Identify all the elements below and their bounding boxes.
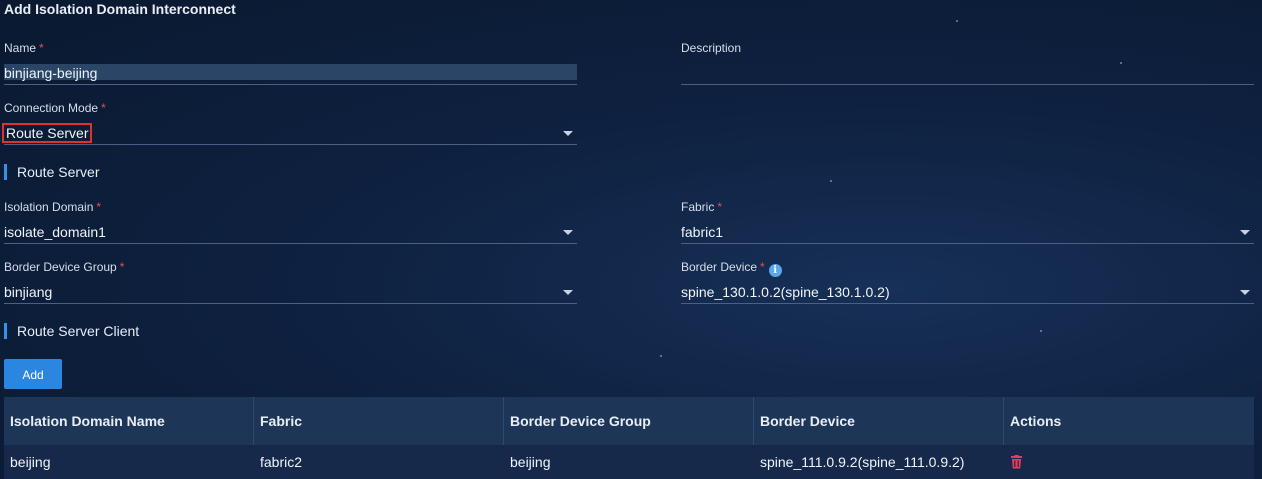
fabric-value: fabric1	[681, 224, 724, 240]
connection-mode-select[interactable]: Route Server	[2, 122, 577, 145]
chevron-down-icon	[1240, 290, 1250, 295]
border-device-select[interactable]: spine_130.1.0.2(spine_130.1.0.2)	[681, 281, 1254, 304]
isolation-domain-label: Isolation Domain *	[4, 200, 102, 214]
section-route-server: Route Server	[4, 164, 99, 180]
fabric-select[interactable]: fabric1	[681, 221, 1254, 244]
name-field-group: Name * binjiang-beijing	[4, 40, 577, 85]
isolation-domain-select[interactable]: isolate_domain1	[4, 221, 577, 244]
name-input[interactable]: binjiang-beijing	[4, 62, 577, 85]
connection-mode-label: Connection Mode *	[4, 101, 106, 115]
border-device-field-group: Border Device * i spine_130.1.0.2(spine_13…	[681, 259, 1254, 304]
border-device-group-label: Border Device Group *	[4, 260, 125, 274]
description-label: Description	[681, 41, 742, 55]
cell-border-device-group: beijing	[510, 454, 551, 470]
column-header[interactable]: Isolation Domain Name	[4, 397, 254, 445]
fabric-label: Fabric *	[681, 200, 723, 214]
isolation-domain-field-group: Isolation Domain * isolate_domain1	[4, 199, 577, 244]
description-input[interactable]	[681, 62, 1254, 85]
cell-actions	[1004, 445, 1254, 479]
column-header[interactable]: Border Device Group	[504, 397, 754, 445]
cell-border-device: spine_111.0.9.2(spine_111.0.9.2)	[760, 454, 965, 470]
add-button[interactable]: Add	[4, 359, 62, 389]
background-star	[830, 180, 832, 182]
border-device-value: spine_130.1.0.2(spine_130.1.0.2)	[681, 284, 890, 300]
chevron-down-icon	[1240, 230, 1250, 235]
description-field-group: Description	[681, 40, 1254, 85]
chevron-down-icon	[563, 290, 573, 295]
name-value: binjiang-beijing	[4, 65, 98, 81]
cell-fabric: fabric2	[260, 454, 303, 470]
border-device-group-field-group: Border Device Group * binjiang	[4, 259, 577, 304]
connection-mode-value: Route Server	[2, 123, 93, 143]
border-device-group-value: binjiang	[4, 284, 53, 300]
chevron-down-icon	[563, 230, 573, 235]
column-header[interactable]: Fabric	[254, 397, 504, 445]
fabric-field-group: Fabric * fabric1	[681, 199, 1254, 244]
client-table: Isolation Domain Name Fabric Border Devi…	[4, 397, 1254, 479]
section-route-server-client: Route Server Client	[4, 323, 139, 339]
background-star	[956, 20, 958, 22]
info-icon[interactable]: i	[768, 264, 782, 277]
trash-icon[interactable]	[1010, 447, 1023, 479]
border-device-group-select[interactable]: binjiang	[4, 281, 577, 304]
dialog-title: Add Isolation Domain Interconnect	[4, 1, 236, 17]
cell-isolation-domain-name: beijing	[10, 454, 51, 470]
connection-mode-field-group: Connection Mode * Route Server	[2, 100, 577, 145]
border-device-label: Border Device * i	[681, 259, 1254, 277]
table-row: beijing fabric2 beijing spine_111.0.9.2(…	[4, 445, 1254, 479]
column-header: Actions	[1010, 413, 1062, 429]
chevron-down-icon	[563, 131, 573, 136]
table-header: Isolation Domain Name Fabric Border Devi…	[4, 397, 1254, 445]
isolation-domain-value: isolate_domain1	[4, 224, 106, 240]
background-star	[1040, 330, 1042, 332]
column-header[interactable]: Border Device	[754, 397, 1004, 445]
background-star	[660, 355, 662, 357]
name-label: Name *	[4, 41, 44, 55]
